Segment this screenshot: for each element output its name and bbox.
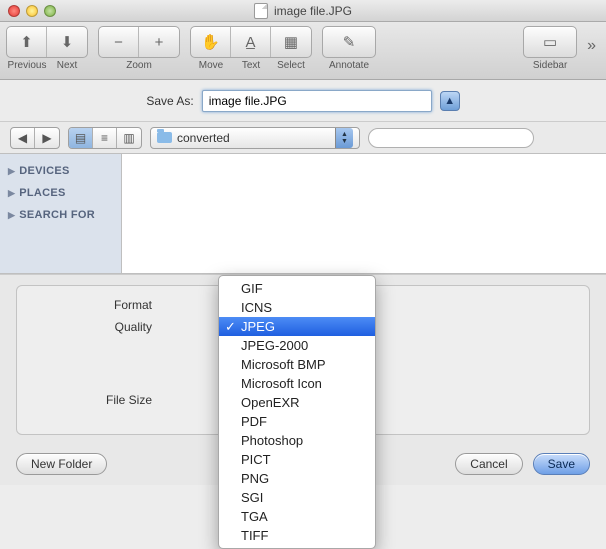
format-option-msicon[interactable]: Microsoft Icon [219, 374, 375, 393]
format-option-icns[interactable]: ICNS [219, 298, 375, 317]
disclosure-triangle-icon: ▶ [8, 166, 15, 177]
format-option-photoshop[interactable]: Photoshop [219, 431, 375, 450]
search-input[interactable] [368, 128, 534, 148]
sidebar-item-places[interactable]: ▶PLACES [4, 182, 117, 204]
format-option-tga[interactable]: TGA [219, 507, 375, 526]
folder-icon [157, 132, 172, 143]
check-icon: ✓ [225, 319, 236, 335]
column-view-button[interactable]: ▥ [117, 128, 141, 148]
window-controls [8, 5, 56, 17]
format-option-tiff[interactable]: TIFF [219, 526, 375, 545]
browser-nav: ◀ ▶ ▤ ≡ ▥ converted ▲▼ 🔍 [0, 122, 606, 154]
sidebar-item-devices[interactable]: ▶DEVICES [4, 160, 117, 182]
window-title: image file.JPG [254, 3, 352, 19]
list-view-button[interactable]: ≡ [93, 128, 117, 148]
quality-label: Quality [35, 320, 160, 334]
window-title-text: image file.JPG [274, 4, 352, 18]
move-tool-button[interactable]: ✋ [191, 27, 231, 57]
close-window-button[interactable] [8, 5, 20, 17]
options-panel: Format Quality File Size GIF ICNS ✓JPEG … [0, 274, 606, 443]
folder-path-popup[interactable]: converted ▲▼ [150, 127, 360, 149]
save-as-label: Save As: [146, 94, 193, 108]
select-label: Select [271, 60, 311, 71]
disclosure-toggle[interactable]: ▲ [440, 91, 460, 111]
main-toolbar: ⬆ ⬇ Previous Next − + Zoom ✋ A̲ ▦ Move T… [0, 22, 606, 80]
disclosure-triangle-icon: ▶ [8, 188, 15, 199]
nav-group: ⬆ ⬇ Previous Next [6, 26, 88, 71]
annotate-button[interactable]: ✎ [323, 27, 375, 57]
previous-label: Previous [7, 60, 47, 71]
format-option-openexr[interactable]: OpenEXR [219, 393, 375, 412]
format-option-jpeg[interactable]: ✓JPEG [219, 317, 375, 336]
next-button[interactable]: ⬇ [47, 27, 87, 57]
zoom-out-button[interactable]: − [99, 27, 139, 57]
sidebar-button[interactable]: ▭ [524, 27, 576, 57]
sidebar-item-searchfor[interactable]: ▶SEARCH FOR [4, 204, 117, 226]
back-button[interactable]: ◀ [11, 128, 35, 148]
sidebar: ▶DEVICES ▶PLACES ▶SEARCH FOR [0, 154, 122, 273]
save-as-row: Save As: ▲ [0, 80, 606, 122]
filesize-label: File Size [35, 393, 160, 407]
titlebar: image file.JPG [0, 0, 606, 22]
save-button[interactable]: Save [533, 453, 590, 475]
browser-body: ▶DEVICES ▶PLACES ▶SEARCH FOR [0, 154, 606, 274]
path-stepper-icon: ▲▼ [335, 128, 353, 148]
sidebar-label: Sidebar [533, 60, 567, 71]
icon-view-button[interactable]: ▤ [69, 128, 93, 148]
history-nav: ◀ ▶ [10, 127, 60, 149]
format-option-png[interactable]: PNG [219, 469, 375, 488]
format-menu[interactable]: GIF ICNS ✓JPEG JPEG-2000 Microsoft BMP M… [218, 275, 376, 549]
format-option-jpeg2000[interactable]: JPEG-2000 [219, 336, 375, 355]
new-folder-button[interactable]: New Folder [16, 453, 107, 475]
minimize-window-button[interactable] [26, 5, 38, 17]
save-as-input[interactable] [202, 90, 432, 112]
zoom-in-button[interactable]: + [139, 27, 179, 57]
format-option-pict[interactable]: PICT [219, 450, 375, 469]
forward-button[interactable]: ▶ [35, 128, 59, 148]
format-option-gif[interactable]: GIF [219, 279, 375, 298]
format-label: Format [35, 298, 160, 312]
text-tool-button[interactable]: A̲ [231, 27, 271, 57]
format-option-bmp[interactable]: Microsoft BMP [219, 355, 375, 374]
view-mode: ▤ ≡ ▥ [68, 127, 142, 149]
annotate-label: Annotate [329, 60, 369, 71]
cancel-button[interactable]: Cancel [455, 453, 522, 475]
next-label: Next [47, 60, 87, 71]
zoom-label: Zoom [126, 60, 152, 71]
zoom-window-button[interactable] [44, 5, 56, 17]
move-label: Move [191, 60, 231, 71]
select-tool-button[interactable]: ▦ [271, 27, 311, 57]
folder-name: converted [177, 131, 230, 145]
document-icon [254, 3, 268, 19]
text-label: Text [231, 60, 271, 71]
previous-button[interactable]: ⬆ [7, 27, 47, 57]
file-list-pane[interactable] [122, 154, 606, 273]
format-option-sgi[interactable]: SGI [219, 488, 375, 507]
format-option-pdf[interactable]: PDF [219, 412, 375, 431]
toolbar-overflow-icon[interactable]: » [587, 37, 600, 65]
disclosure-triangle-icon: ▶ [8, 210, 15, 221]
